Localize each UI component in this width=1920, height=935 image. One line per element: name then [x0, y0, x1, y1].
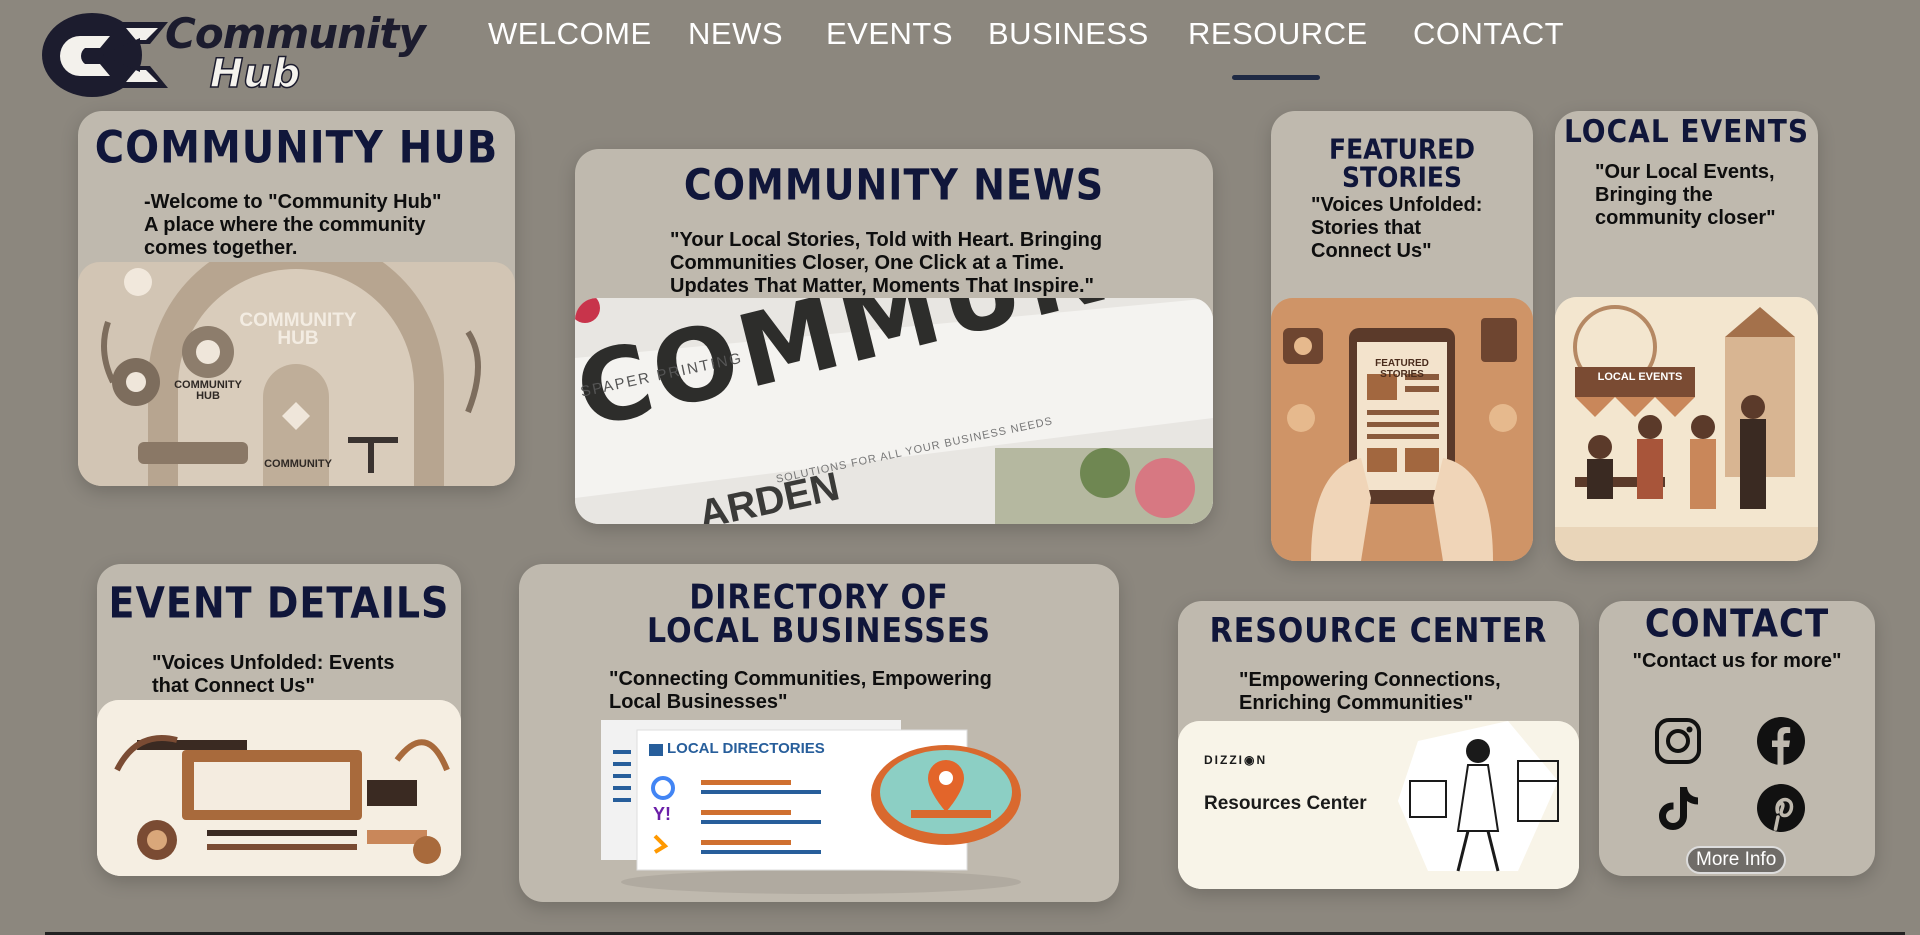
svg-text:Y!: Y! [653, 804, 671, 824]
community-news-card: COMMUNITY NEWS "Your Local Stories, Told… [575, 149, 1213, 524]
community-news-text: "Your Local Stories, Told with Heart. Br… [670, 229, 1103, 297]
local-events-title: LOCAL EVENTS [1563, 112, 1810, 150]
event-details-card: EVENT DETAILS "Voices Unfolded: Events t… [97, 564, 461, 876]
local-directories-label: LOCAL DIRECTORIES [667, 740, 825, 757]
featured-stories-card: FEATURED STORIES "Voices Unfolded: Stori… [1271, 111, 1533, 561]
nav-welcome[interactable]: WELCOME [488, 16, 652, 52]
community-hub-image-label-small: COMMUNITY HUB [174, 379, 242, 402]
pinterest-icon[interactable] [1756, 783, 1806, 833]
community-hub-title: COMMUNITY HUB [94, 122, 499, 174]
local-events-illustration [1555, 297, 1818, 561]
community-news-image: COMMUNI SPAPER PRINTING SOLUTIONS FOR AL… [575, 298, 1213, 524]
nav-business[interactable]: BUSINESS [988, 16, 1149, 52]
featured-stories-title: FEATURED STORIES [1329, 132, 1475, 194]
directory-image: Y! LOCAL DIRECTORIES [601, 720, 1051, 895]
event-details-title: EVENT DETAILS [108, 578, 450, 628]
community-hub-illustration [78, 262, 515, 486]
featured-stories-image-label: FEATURED STORIES [1375, 358, 1429, 380]
featured-stories-text: "Voices Unfolded: Stories that Connect U… [1311, 194, 1483, 262]
resource-center-image: DIZZI◉N Resources Center [1178, 721, 1579, 889]
tiktok-icon[interactable] [1653, 783, 1703, 833]
community-hub-image-label-bottom: COMMUNITY [264, 458, 332, 470]
resource-center-image-label: Resources Center [1204, 793, 1367, 814]
more-info-button[interactable]: More Info [1686, 846, 1787, 874]
local-events-image: LOCAL EVENTS [1555, 297, 1818, 561]
nav-contact[interactable]: CONTACT [1413, 16, 1564, 52]
instagram-icon[interactable] [1653, 716, 1703, 766]
nav-resource[interactable]: RESOURCE [1188, 16, 1368, 52]
phone-illustration [1271, 298, 1533, 561]
site-logo[interactable]: Community Hub [40, 8, 426, 103]
nav-active-indicator [1232, 75, 1320, 80]
contact-card: CONTACT "Contact us for more" More Info [1599, 601, 1875, 876]
resource-center-text: "Empowering Connections, Enriching Commu… [1239, 669, 1501, 714]
community-hub-image-caption: COMMUNITY HUB [239, 310, 357, 349]
facebook-icon[interactable] [1756, 716, 1806, 766]
contact-text: "Contact us for more" [1632, 650, 1842, 672]
resource-center-title: RESOURCE CENTER [1209, 611, 1548, 652]
local-events-image-label: LOCAL EVENTS [1597, 371, 1683, 383]
directory-card: DIRECTORY OF LOCAL BUSINESSES "Connectin… [519, 564, 1119, 902]
local-events-text: "Our Local Events, Bringing the communit… [1595, 161, 1776, 229]
community-hub-text: -Welcome to "Community Hub" A place wher… [144, 191, 442, 259]
nav-events[interactable]: EVENTS [826, 16, 953, 52]
logo-line-2: Hub [209, 51, 301, 97]
event-details-illustration [97, 700, 461, 876]
featured-stories-image: FEATURED STORIES [1271, 298, 1533, 561]
event-details-image [97, 700, 461, 876]
contact-title: CONTACT [1644, 601, 1830, 647]
logo-line-1: Community [165, 9, 426, 58]
directory-title: DIRECTORY OF LOCAL BUSINESSES [519, 581, 1119, 648]
resource-center-card: RESOURCE CENTER "Empowering Connections,… [1178, 601, 1579, 889]
community-hub-image: COMMUNITY HUB COMMUNITY HUB COMMUNITY [78, 262, 515, 486]
community-hub-card: COMMUNITY HUB -Welcome to "Community Hub… [78, 111, 515, 486]
event-details-text: "Voices Unfolded: Events that Connect Us… [152, 652, 395, 697]
directory-text: "Connecting Communities, Empowering Loca… [609, 668, 992, 713]
community-news-title: COMMUNITY NEWS [683, 160, 1105, 210]
nav-news[interactable]: NEWS [688, 16, 783, 52]
logo-text: Community Hub [165, 9, 426, 95]
directory-title-line-2: LOCAL BUSINESSES [647, 611, 991, 651]
local-events-card: LOCAL EVENTS "Our Local Events, Bringing… [1555, 111, 1818, 561]
resource-center-brand: DIZZI◉N [1204, 753, 1268, 767]
